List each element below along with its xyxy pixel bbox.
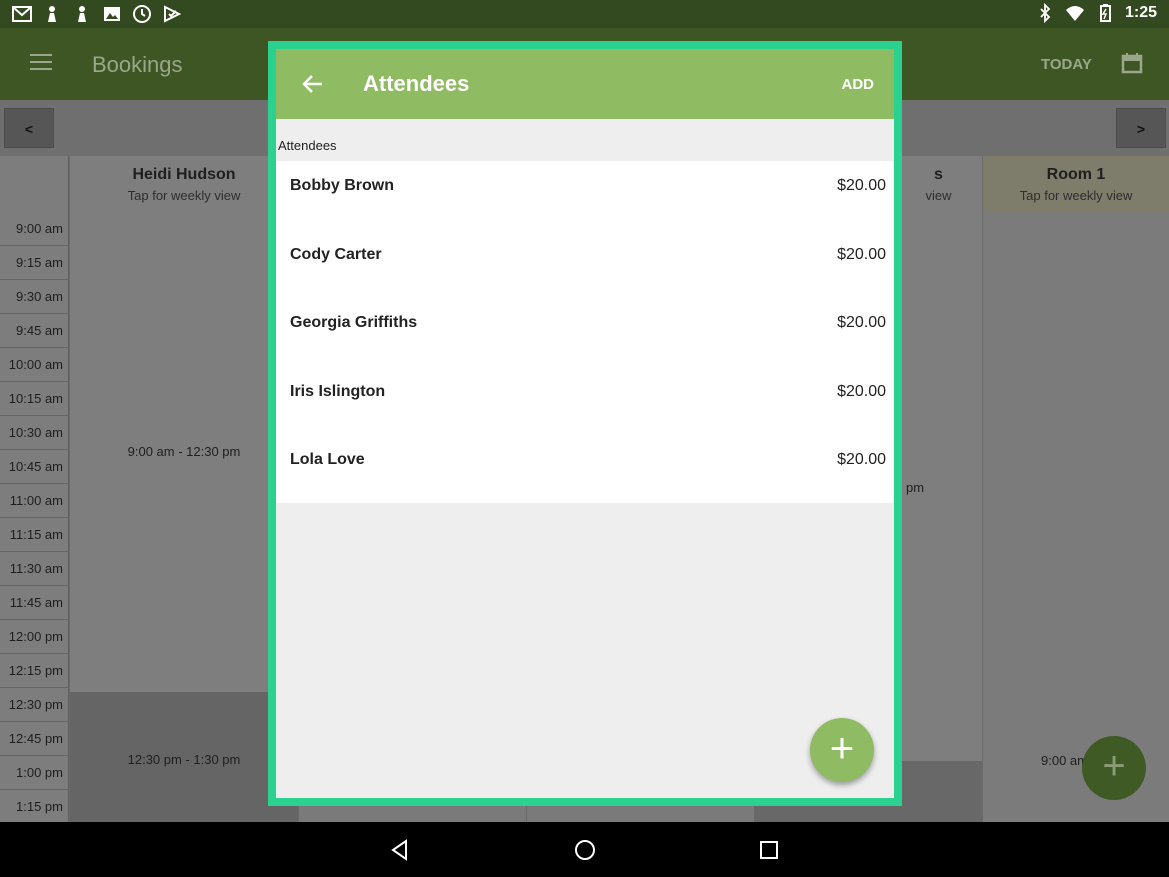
clock-time: 1:25 [1124,4,1157,21]
column-header[interactable]: Heidi Hudson Tap for weekly view [70,156,298,212]
clock-icon [133,5,151,23]
time-slot: 10:15 am [0,382,69,416]
column-subtitle: Tap for weekly view [1019,188,1133,203]
battery-icon [1099,4,1111,22]
attendee-price: $20.00 [837,177,886,194]
time-slot: 11:15 am [0,518,69,552]
plus-icon: + [829,724,855,771]
chess-pawn-icon [78,6,86,22]
chess-pawn-icon [48,6,56,22]
time-slot: 9:15 am [0,246,69,280]
attendees-dialog: Attendees ADD Attendees Bobby Brown $20.… [268,41,902,806]
time-slot: 9:00 am [0,212,69,246]
dialog-toolbar: Attendees ADD [276,49,894,119]
time-slot: 9:30 am [0,280,69,314]
time-slot: 10:30 am [0,416,69,450]
staff-column-heidi[interactable]: Heidi Hudson Tap for weekly view 9:00 am… [69,156,298,822]
time-slot: 1:15 pm [0,790,69,824]
attendee-price: $20.00 [837,382,886,400]
next-button[interactable]: > [1116,108,1166,148]
attendee-row[interactable]: Iris Islington $20.00 [276,367,894,436]
calendar-icon[interactable] [1121,52,1143,74]
attendee-row[interactable]: Cody Carter $20.00 [276,230,894,299]
status-bar: 1:25 [0,0,1169,28]
column-name: Heidi Hudson [132,166,236,183]
home-nav-icon[interactable] [573,838,597,862]
attendee-price: $20.00 [837,451,886,468]
add-attendee-fab[interactable]: + [810,718,874,782]
recents-nav-icon[interactable] [757,838,781,862]
time-slot: 10:00 am [0,348,69,382]
attendee-row[interactable]: Lola Love $20.00 [276,435,894,504]
attendee-name: Cody Carter [290,245,382,263]
time-slot: 11:00 am [0,484,69,518]
column-header[interactable]: Room 1 Tap for weekly view [983,156,1169,212]
notification-icons [12,4,182,24]
booking-event[interactable]: 9:00 am - 12:30 pm [70,212,298,692]
image-icon [104,7,120,21]
back-arrow-icon[interactable] [300,71,326,97]
time-column: 9:00 am 9:15 am 9:30 am 9:45 am 10:00 am… [0,156,69,824]
menu-icon[interactable] [30,54,52,72]
add-booking-fab[interactable]: + [1082,736,1146,800]
today-button[interactable]: TODAY [1041,56,1092,73]
plus-icon: + [1102,744,1126,788]
time-slot: 12:30 pm [0,688,69,722]
attendee-price: $20.00 [837,245,886,263]
booking-event[interactable]: 12:30 pm - 1:30 pm [70,692,298,822]
dialog-title: Attendees [363,71,470,96]
time-slot: 10:45 am [0,450,69,484]
attendee-list: Bobby Brown $20.00 Cody Carter $20.00 Ge… [276,161,894,503]
system-indicators: 1:25 [1035,3,1157,23]
attendee-row[interactable]: Georgia Griffiths $20.00 [276,298,894,367]
add-button[interactable]: ADD [842,76,875,93]
time-slot: 9:45 am [0,314,69,348]
time-slot: 12:00 pm [0,620,69,654]
prev-button[interactable]: < [4,108,54,148]
time-slot: 11:30 am [0,552,69,586]
attendee-name: Georgia Griffiths [290,314,418,331]
room-column[interactable]: Room 1 Tap for weekly view 9:00 am [982,156,1169,822]
checklist-icon [164,5,182,23]
time-slot: 11:45 am [0,586,69,620]
time-slot: 12:15 pm [0,654,69,688]
page-title: Bookings [92,52,183,77]
wifi-icon [1065,6,1084,21]
attendee-name: Bobby Brown [290,177,394,194]
time-slot: 12:45 pm [0,722,69,756]
gmail-icon [12,6,32,22]
attendee-row[interactable]: Bobby Brown $20.00 [276,161,894,230]
bluetooth-icon [1040,3,1051,23]
time-slot: 1:00 pm [0,756,69,790]
column-subtitle: Tap for weekly view [127,188,241,203]
attendee-name: Lola Love [290,451,365,468]
system-navigation-bar [0,822,1169,877]
back-nav-icon[interactable] [388,838,412,862]
section-label: Attendees [278,138,337,153]
column-name: Room 1 [1046,166,1106,183]
attendee-name: Iris Islington [290,382,386,400]
attendee-price: $20.00 [837,314,886,331]
